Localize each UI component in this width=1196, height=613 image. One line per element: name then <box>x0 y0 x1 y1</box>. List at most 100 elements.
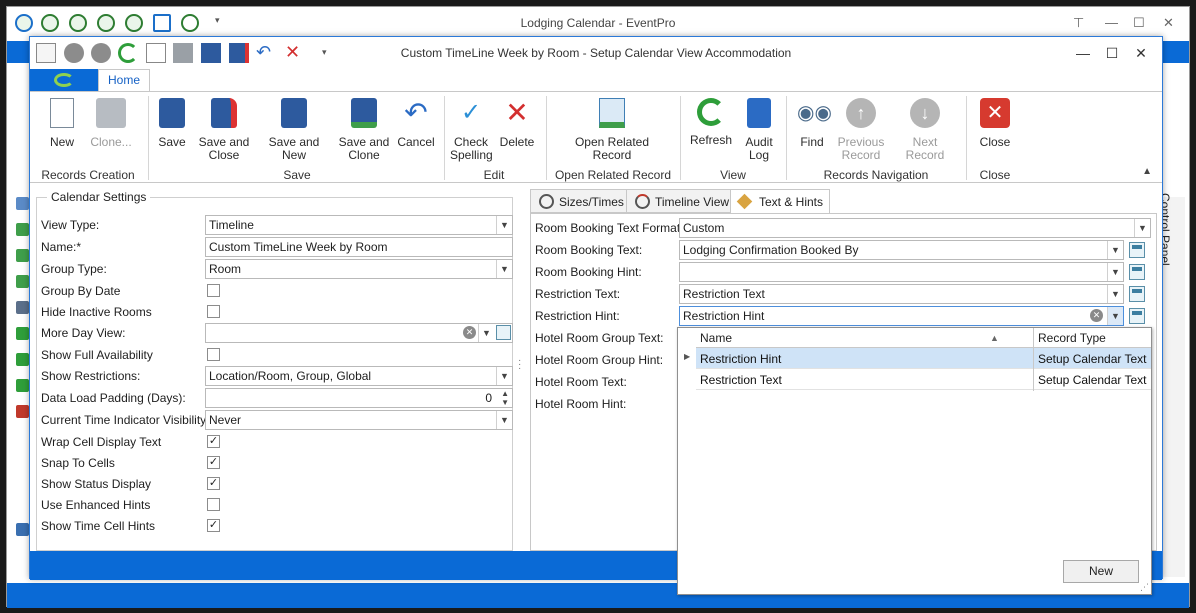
list-icon[interactable] <box>16 275 29 288</box>
close-button[interactable]: ✕ Close <box>976 96 1014 149</box>
list-icon[interactable] <box>16 223 29 236</box>
maximize-icon[interactable]: ☐ <box>1133 15 1145 31</box>
use-enhanced-hints-row: Use Enhanced Hints <box>41 495 511 515</box>
check-spelling-button[interactable]: ✓ Check Spelling <box>450 96 493 162</box>
view-type-select[interactable]: Timeline ▼ <box>205 215 513 235</box>
hotel-room-hint-label: Hotel Room Hint: <box>535 397 627 411</box>
save-button[interactable]: Save <box>156 96 188 149</box>
refresh-button[interactable]: Refresh <box>688 96 734 147</box>
room-booking-text-select[interactable]: Lodging Confirmation Booked By ▼ <box>679 240 1124 260</box>
group-type-select[interactable]: Room ▼ <box>205 259 513 279</box>
show-status-display-checkbox[interactable]: ✓ <box>207 477 220 490</box>
current-time-indicator-select[interactable]: Never ▼ <box>205 410 513 430</box>
list-item-name: Restriction Hint <box>700 352 782 366</box>
hide-inactive-rooms-row: Hide Inactive Rooms <box>41 302 511 322</box>
maximize-icon[interactable]: ☐ <box>1101 43 1123 63</box>
find-button[interactable]: ◉◉ Find <box>794 96 832 149</box>
chevron-down-icon[interactable]: ▼ <box>1107 241 1123 259</box>
chevron-down-icon[interactable]: ▼ <box>1134 219 1150 237</box>
chevron-down-icon[interactable]: ▼ <box>1107 263 1123 281</box>
save-and-clone-button[interactable]: Save and Clone <box>338 96 390 162</box>
pin-icon[interactable]: ⊤ <box>1073 15 1084 31</box>
group-type-label: Group Type: <box>41 262 107 276</box>
chevron-down-icon[interactable]: ▼ <box>496 411 512 429</box>
show-restrictions-select[interactable]: Location/Room, Group, Global ▼ <box>205 366 513 386</box>
hide-inactive-rooms-checkbox[interactable] <box>207 305 220 318</box>
phone-icon[interactable] <box>16 379 29 392</box>
group-separator <box>966 96 967 180</box>
cancel-button[interactable]: ↶ Cancel <box>396 96 436 149</box>
chevron-down-icon[interactable]: ▼ <box>496 367 512 385</box>
delete-button[interactable]: ✕ Delete <box>496 96 538 149</box>
minimize-icon[interactable]: — <box>1105 15 1118 30</box>
chevron-down-icon[interactable]: ▼ <box>496 260 512 278</box>
open-related-record-button[interactable]: Open Related Record <box>570 96 654 162</box>
minimize-icon[interactable]: — <box>1072 43 1094 63</box>
edit-record-icon[interactable] <box>1129 308 1145 324</box>
chevron-down-icon[interactable]: ▼ <box>478 324 494 342</box>
room-booking-hint-select[interactable]: ▼ <box>679 262 1124 282</box>
grid-icon[interactable] <box>16 353 29 366</box>
room-booking-text-format-select[interactable]: Custom ▼ <box>679 218 1151 238</box>
group-icon[interactable] <box>16 197 29 210</box>
binoculars-icon[interactable] <box>16 301 29 314</box>
group-separator <box>786 96 787 180</box>
restriction-hint-select[interactable]: Restriction Hint ✕ ▼ <box>679 306 1124 326</box>
restriction-text-select[interactable]: Restriction Text ▼ <box>679 284 1124 304</box>
save-and-close-button[interactable]: Save and Close <box>198 96 250 162</box>
edit-record-icon[interactable] <box>1129 264 1145 280</box>
collapse-ribbon-icon[interactable]: ▲ <box>1142 166 1152 177</box>
show-full-availability-checkbox[interactable] <box>207 348 220 361</box>
save-and-new-button[interactable]: Save and New <box>258 96 330 162</box>
room-booking-text-format-row: Room Booking Text Format: Custom ▼ <box>535 218 1151 238</box>
spinner-arrows-icon[interactable]: ▲ ▼ <box>501 389 509 407</box>
window-titlebar: ↶ ✕ ▾ Custom TimeLine Week by Room - Set… <box>30 37 1162 69</box>
tab-home[interactable]: Home <box>98 69 150 91</box>
audit-log-icon <box>747 98 771 128</box>
view-type-row: View Type: Timeline ▼ <box>41 215 513 235</box>
close-icon[interactable]: ✕ <box>1163 15 1174 31</box>
close-icon[interactable]: ✕ <box>1130 43 1152 63</box>
snap-to-cells-checkbox[interactable]: ✓ <box>207 456 220 469</box>
clone-button[interactable]: Clone... <box>88 96 134 149</box>
name-input[interactable]: Custom TimeLine Week by Room <box>205 237 513 257</box>
tab-text-hints[interactable]: Text & Hints <box>730 189 831 214</box>
wrap-cell-display-text-checkbox[interactable]: ✓ <box>207 435 220 448</box>
resize-grip-icon[interactable]: ⋰ <box>1140 582 1149 593</box>
show-time-cell-hints-checkbox[interactable]: ✓ <box>207 519 220 532</box>
data-load-padding-spinner[interactable]: 0 ▲ ▼ <box>205 388 513 408</box>
grid-icon[interactable] <box>16 327 29 340</box>
column-header-name[interactable]: Name <box>700 331 732 345</box>
edit-record-icon[interactable] <box>1129 286 1145 302</box>
group-by-date-checkbox[interactable] <box>207 284 220 297</box>
use-enhanced-hints-checkbox[interactable] <box>207 498 220 511</box>
group-label-close: Close <box>979 168 1011 182</box>
calendar-icon[interactable] <box>16 405 29 418</box>
tab-sizes-times[interactable]: Sizes/Times <box>530 189 631 213</box>
new-button[interactable]: New <box>1063 560 1139 583</box>
panel-splitter[interactable]: · · · <box>518 356 522 374</box>
chevron-down-icon[interactable]: ▼ <box>1107 307 1123 325</box>
list-item[interactable]: Restriction Text Setup Calendar Text <box>696 369 1151 390</box>
list-icon[interactable] <box>16 249 29 262</box>
clear-icon[interactable]: ✕ <box>463 326 476 339</box>
chevron-down-icon[interactable]: ▼ <box>496 216 512 234</box>
group-separator <box>148 96 149 180</box>
column-header-record-type[interactable]: Record Type <box>1038 331 1106 345</box>
home-icon[interactable] <box>16 523 29 536</box>
edit-record-icon[interactable] <box>1129 242 1145 258</box>
next-record-button[interactable]: ↓ Next Record <box>892 96 958 162</box>
tab-timeline-view[interactable]: Timeline View <box>626 189 737 213</box>
list-item[interactable]: Restriction Hint Setup Calendar Text <box>696 348 1151 369</box>
chevron-down-icon[interactable]: ▼ <box>1107 285 1123 303</box>
clear-icon[interactable]: ✕ <box>1090 309 1103 322</box>
previous-record-button[interactable]: ↑ Previous Record <box>836 96 886 162</box>
new-button[interactable]: New <box>44 96 80 149</box>
edit-record-icon[interactable] <box>496 325 511 340</box>
app-menu-tab[interactable] <box>30 69 98 91</box>
more-day-view-select[interactable]: ✕ ▼ <box>205 323 513 343</box>
audit-log-button[interactable]: Audit Log <box>740 96 778 162</box>
sort-asc-icon: ▲ <box>990 333 999 343</box>
group-label-open-related-record: Open Related Record <box>554 168 672 182</box>
list-item-record-type: Setup Calendar Text <box>1038 352 1147 366</box>
